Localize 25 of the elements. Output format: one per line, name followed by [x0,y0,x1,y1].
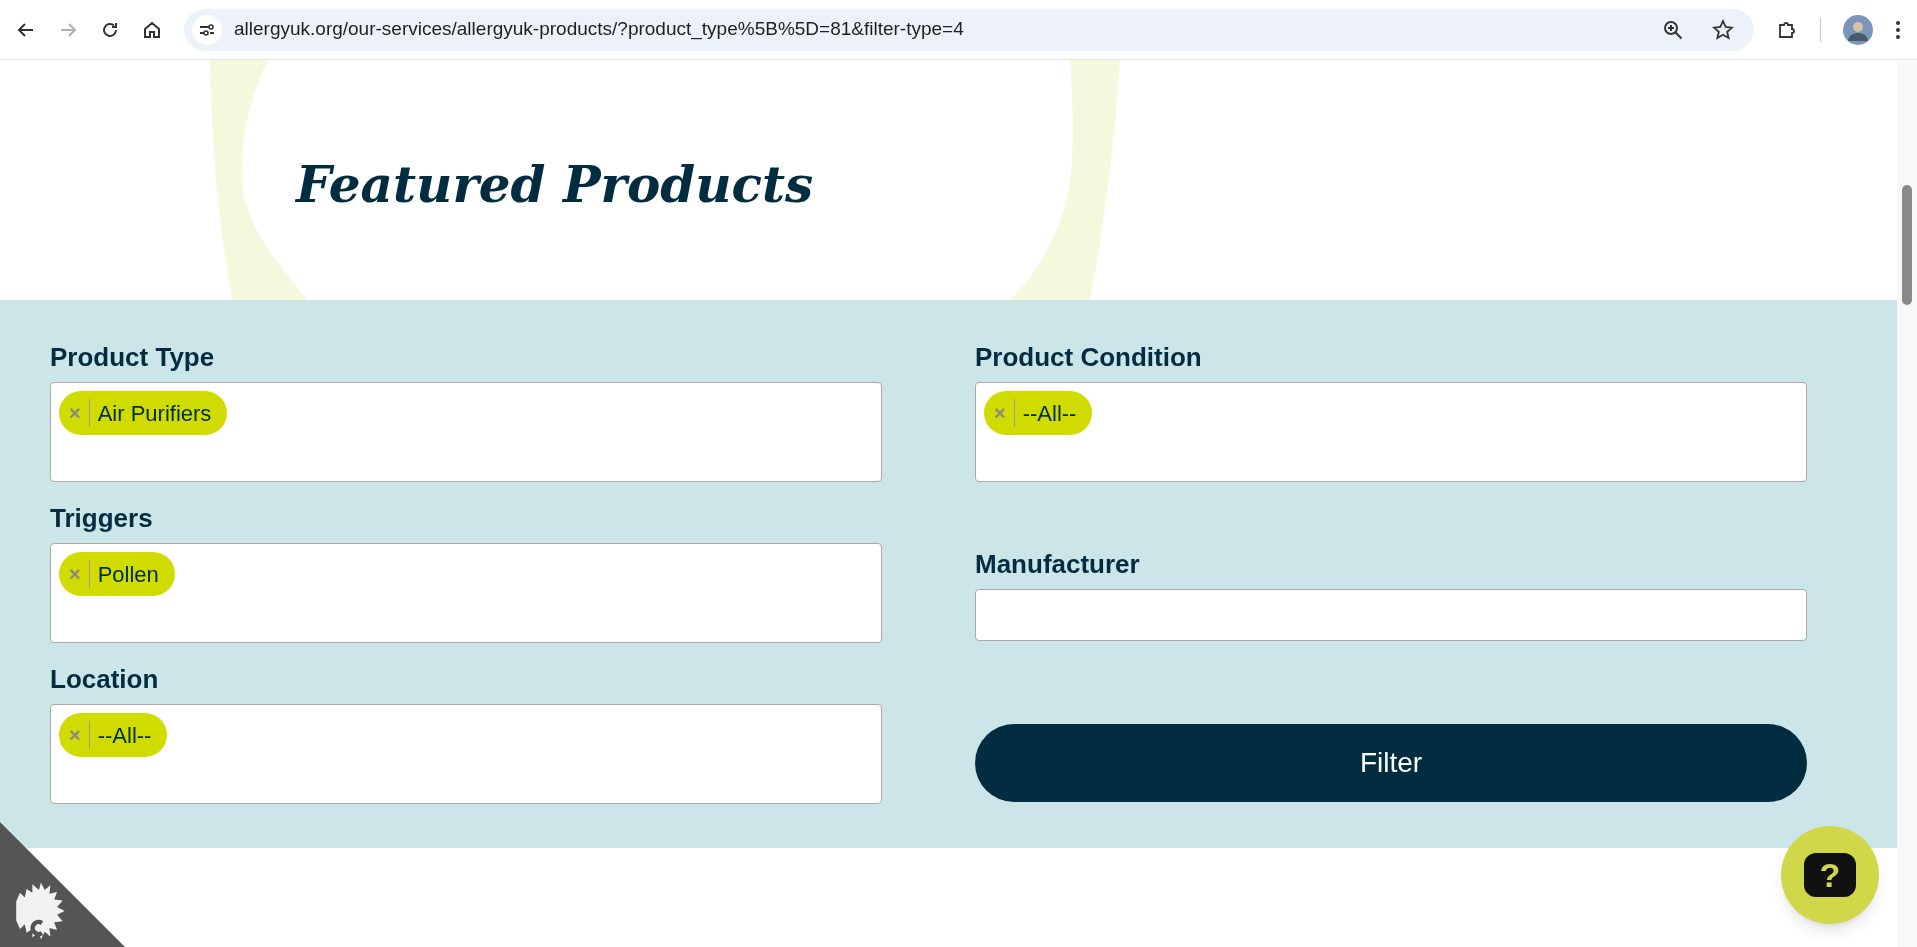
page-heading: Featured Products [296,160,814,210]
field-label: Manufacturer [975,549,1141,579]
menu-icon[interactable] [1895,19,1901,40]
address-bar[interactable]: allergyuk.org/our-services/allergyuk-products/?product_type%5B%5D=81&filter-type=4 [184,8,1754,51]
multi-select-field[interactable]: × Air Purifiers [50,382,882,482]
tag-label: --All-- [97,721,152,750]
field-label: Triggers [50,503,154,533]
text-input-field[interactable] [975,589,1807,641]
site-settings-icon[interactable] [192,14,222,45]
tag-label: Pollen [97,560,159,589]
field-label: Product Condition [975,342,1203,372]
profile-avatar[interactable] [1843,14,1873,45]
multi-select-field[interactable]: × --All-- [50,704,882,804]
multi-select-field[interactable]: × Pollen [50,543,882,643]
bookmark-star-icon[interactable] [1712,18,1734,41]
help-button[interactable]: ? [1781,826,1879,924]
filter-button[interactable]: Filter [975,724,1807,802]
home-icon[interactable] [142,19,162,40]
zoom-icon[interactable] [1662,18,1684,41]
tag-label: Air Purifiers [97,399,212,428]
multi-select-field[interactable]: × --All-- [975,382,1807,482]
field-label: Location [50,664,160,694]
cookie-settings-icon[interactable] [0,822,125,947]
tag-label: --All-- [1022,399,1077,428]
field-label: Product Type [50,342,216,372]
